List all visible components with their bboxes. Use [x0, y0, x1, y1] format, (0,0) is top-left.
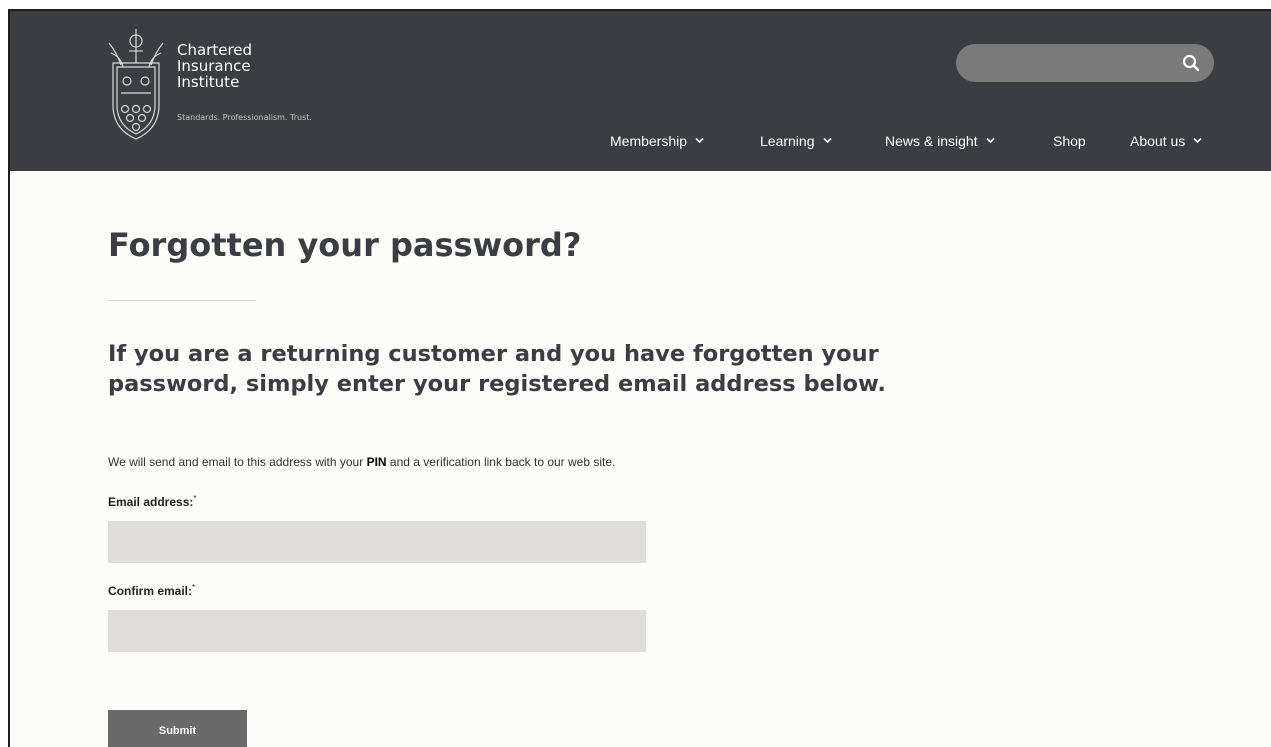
logo-name-line: Insurance: [177, 57, 251, 75]
email-label-text: Email address:: [108, 495, 194, 509]
logo-name-line: Chartered: [177, 41, 253, 59]
logo-tagline: Standards. Professionalism. Trust.: [177, 113, 312, 122]
info-text-suffix: and a verification link back to our web …: [386, 455, 616, 469]
nav-item-label: Membership: [610, 133, 688, 149]
search-icon[interactable]: [1182, 54, 1200, 72]
chevron-down-icon: [695, 137, 704, 144]
chevron-down-icon: [1193, 137, 1202, 144]
confirm-email-field[interactable]: [108, 610, 646, 652]
page-title: Forgotten your password?: [108, 226, 582, 264]
crest-icon: [108, 29, 164, 140]
logo-name-line: Institute: [177, 73, 240, 91]
nav-item-about-us[interactable]: About us: [1130, 133, 1202, 149]
required-marker: *: [193, 494, 197, 503]
info-text: We will send and email to this address w…: [108, 455, 615, 469]
email-label: Email address:*: [108, 494, 197, 509]
submit-button[interactable]: Submit: [108, 710, 247, 747]
site-header: Chartered Insurance Institute Standards.…: [10, 11, 1271, 171]
nav-item-label: Learning: [760, 133, 815, 149]
nav-item-news-insight[interactable]: News & insight: [885, 133, 995, 149]
confirm-email-label-text: Confirm email:: [108, 584, 193, 598]
title-divider: [108, 300, 256, 301]
search-box: [956, 44, 1214, 82]
nav-item-membership[interactable]: Membership: [610, 133, 704, 149]
nav-item-label: News & insight: [885, 133, 978, 149]
site-logo[interactable]: Chartered Insurance Institute Standards.…: [107, 23, 407, 143]
required-marker: *: [192, 583, 196, 592]
page-subtitle: If you are a returning customer and you …: [108, 341, 886, 397]
main-nav: Membership Learning News & insight Shop …: [10, 133, 1271, 157]
info-text-prefix: We will send and email to this address w…: [108, 455, 367, 469]
confirm-email-label: Confirm email:*: [108, 583, 195, 598]
chevron-down-icon: [986, 137, 995, 144]
chevron-down-icon: [822, 137, 832, 144]
email-field[interactable]: [108, 521, 646, 563]
browser-viewport: Chartered Insurance Institute Standards.…: [8, 9, 1271, 747]
nav-item-learning[interactable]: Learning: [760, 133, 832, 149]
nav-item-shop[interactable]: Shop: [1053, 133, 1086, 149]
info-text-pin: PIN: [366, 455, 387, 469]
nav-item-label: Shop: [1053, 133, 1086, 149]
logo-name: Chartered Insurance Institute: [177, 42, 252, 90]
nav-item-label: About us: [1130, 133, 1186, 149]
search-input[interactable]: [972, 53, 1166, 75]
